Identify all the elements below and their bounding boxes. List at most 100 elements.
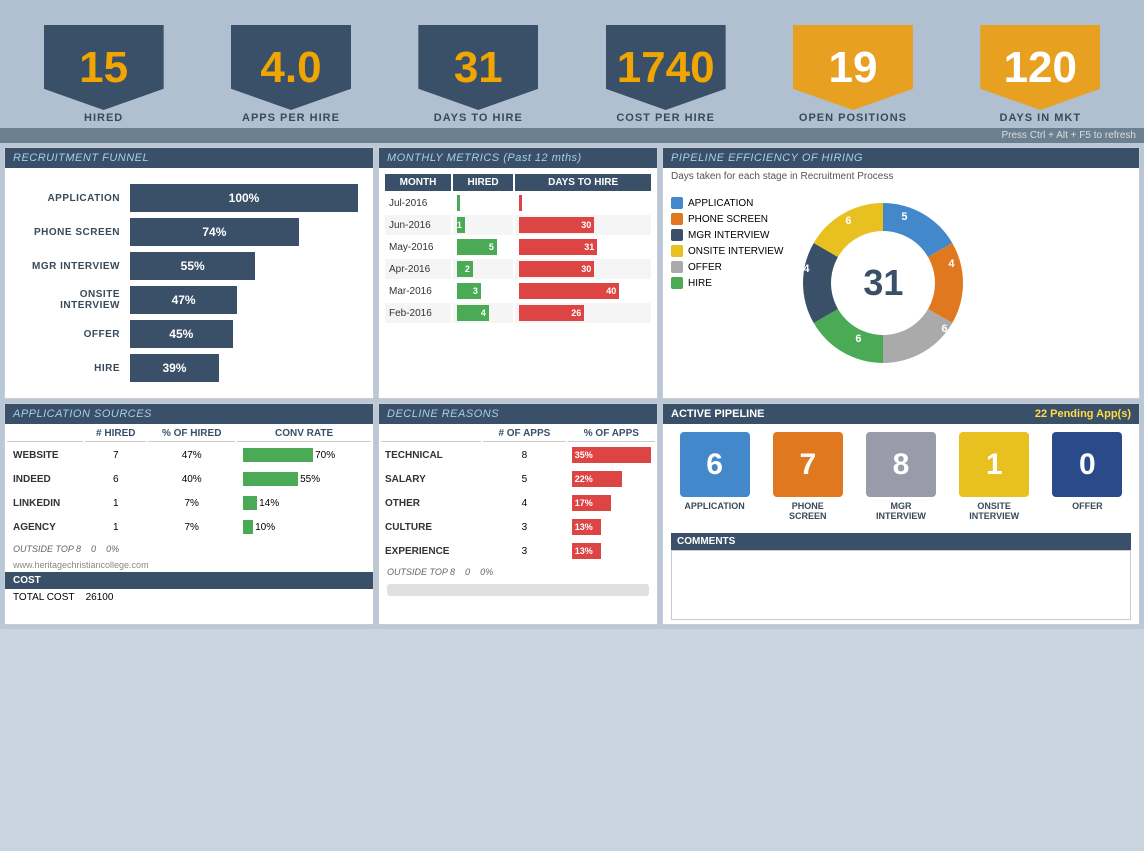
active-pipeline-header: ACTIVE PIPELINE 22 Pending App(s) (663, 404, 1139, 424)
decline-label-technical: TECHNICAL (381, 444, 481, 466)
kpi-label-hired: HIRED (84, 112, 123, 124)
legend-hire: HIRE (671, 277, 783, 289)
metrics-subtitle: (Past 12 mths) (503, 152, 582, 164)
legend-dot-hire (671, 277, 683, 289)
metrics-row: Apr-2016230 (385, 259, 651, 279)
refresh-hint: Press Ctrl + Alt + F5 to refresh (1002, 130, 1137, 141)
legend-label-phone: PHONE SCREEN (688, 214, 768, 225)
metrics-hired (453, 193, 513, 213)
donut-center-value: 31 (863, 262, 903, 304)
metrics-header: MONTHLY METRICS (Past 12 mths) (379, 148, 657, 168)
funnel-bar-mgr: 55% (130, 252, 255, 280)
decline-apps-salary: 5 (483, 468, 566, 490)
decline-scrollbar[interactable] (387, 584, 649, 596)
pipeline-box-offer: 0 OFFER (1052, 432, 1122, 521)
legend-phone: PHONE SCREEN (671, 213, 783, 225)
metrics-hired: 2 (453, 259, 513, 279)
metrics-month: Feb-2016 (385, 303, 451, 323)
kpi-value-cost: 1740 (617, 43, 715, 93)
source-pct-linkedin: 7% (148, 492, 235, 514)
outside-pct: 0% (106, 544, 119, 554)
funnel-label-hire: HIRE (20, 363, 130, 374)
segment-label-6-top: 6 (845, 215, 851, 227)
decline-table: # OF APPS % OF APPS TECHNICAL 8 35% SALA… (379, 424, 657, 564)
segment-label-6-bottom: 6 (855, 333, 861, 345)
source-hired-website: 7 (85, 444, 146, 466)
sources-col-pct: % OF HIRED (148, 426, 235, 442)
source-row-indeed: INDEED 6 40% 55% (7, 468, 371, 490)
kpi-cost-per-hire: 1740 COST PER HIRE (586, 25, 746, 124)
decline-footer: OUTSIDE TOP 8 0 0% (379, 564, 657, 580)
funnel-label-onsite: ONSITE INTERVIEW (20, 289, 130, 311)
kpi-badge-hired: 15 (44, 25, 164, 110)
metrics-month: May-2016 (385, 237, 451, 257)
kpi-value-open: 19 (828, 43, 877, 93)
kpi-value-mkt: 120 (1004, 43, 1077, 93)
pipeline-panel: PIPELINE EFFICIENCY OF HIRING Days taken… (662, 147, 1140, 399)
comments-header: COMMENTS (671, 533, 1131, 550)
sources-table: # HIRED % OF HIRED CONV RATE WEBSITE 7 4… (5, 424, 373, 540)
refresh-bar: Press Ctrl + Alt + F5 to refresh (0, 128, 1144, 143)
metrics-days: 40 (515, 281, 651, 301)
legend-onsite: ONSITE INTERVIEW (671, 245, 783, 257)
metrics-row: May-2016531 (385, 237, 651, 257)
segment-label-4-right: 4 (948, 258, 954, 270)
kpi-value-hired: 15 (79, 43, 128, 93)
funnel-bar-hire: 39% (130, 354, 219, 382)
kpi-value-days: 31 (454, 43, 503, 93)
legend-dot-offer (671, 261, 683, 273)
comments-section: COMMENTS (671, 533, 1131, 620)
watermark: www.heritagechristiancollege.com (5, 558, 373, 572)
metrics-panel: MONTHLY METRICS (Past 12 mths) MONTH HIR… (378, 147, 658, 399)
pipeline-label-mgr: MGR INTERVIEW (866, 501, 936, 521)
kpi-label-open: OPEN POSITIONS (799, 112, 907, 124)
legend-dot-onsite (671, 245, 683, 257)
decline-pct-salary: 22% (568, 468, 655, 490)
funnel-title: RECRUITMENT FUNNEL (13, 152, 149, 164)
pipeline-title: PIPELINE EFFICIENCY OF HIRING (671, 152, 863, 164)
metrics-row: Mar-2016340 (385, 281, 651, 301)
decline-pct-technical: 35% (568, 444, 655, 466)
pipeline-content: APPLICATION PHONE SCREEN MGR INTERVIEW O… (663, 185, 1139, 381)
funnel-row-mgr: MGR INTERVIEW 55% (20, 252, 358, 280)
metrics-days: 30 (515, 215, 651, 235)
kpi-label-days: DAYS TO HIRE (434, 112, 523, 124)
metrics-days: 31 (515, 237, 651, 257)
metrics-month: Apr-2016 (385, 259, 451, 279)
metrics-col-month: MONTH (385, 174, 451, 191)
source-label-agency: AGENCY (7, 516, 83, 538)
pipeline-header: PIPELINE EFFICIENCY OF HIRING (663, 148, 1139, 168)
metrics-col-hired: HIRED (453, 174, 513, 191)
decline-apps-experience: 3 (483, 540, 566, 562)
kpi-value-apps: 4.0 (260, 43, 321, 93)
pipeline-label-onsite: ONSITE INTERVIEW (959, 501, 1029, 521)
decline-apps-other: 4 (483, 492, 566, 514)
metrics-hired: 5 (453, 237, 513, 257)
source-conv-indeed: 55% (237, 468, 371, 490)
funnel-bar-phone: 74% (130, 218, 299, 246)
decline-row-technical: TECHNICAL 8 35% (381, 444, 655, 466)
kpi-hired: 15 HIRED (24, 25, 184, 124)
funnel-bar-container-onsite: 47% (130, 286, 358, 314)
legend-label-hire: HIRE (688, 278, 712, 289)
kpi-badge-cost: 1740 (606, 25, 726, 110)
source-conv-linkedin: 14% (237, 492, 371, 514)
funnel-bar-application: 100% (130, 184, 358, 212)
pipeline-val-offer: 0 (1079, 448, 1096, 482)
metrics-days: 30 (515, 259, 651, 279)
kpi-badge-mkt: 120 (980, 25, 1100, 110)
sources-footer: OUTSIDE TOP 8 0 0% (5, 540, 373, 558)
source-row-website: WEBSITE 7 47% 70% (7, 444, 371, 466)
donut-chart: 5 4 6 6 4 6 31 (793, 193, 973, 373)
metrics-row: Feb-2016426 (385, 303, 651, 323)
metrics-hired: 1 (453, 215, 513, 235)
sources-col-label (7, 426, 83, 442)
funnel-row-application: APPLICATION 100% (20, 184, 358, 212)
funnel-label-phone: PHONE SCREEN (20, 227, 130, 238)
source-pct-indeed: 40% (148, 468, 235, 490)
pipeline-val-application: 6 (706, 448, 723, 482)
source-pct-website: 47% (148, 444, 235, 466)
funnel-row-phone: PHONE SCREEN 74% (20, 218, 358, 246)
legend-application: APPLICATION (671, 197, 783, 209)
comments-body[interactable] (671, 550, 1131, 620)
